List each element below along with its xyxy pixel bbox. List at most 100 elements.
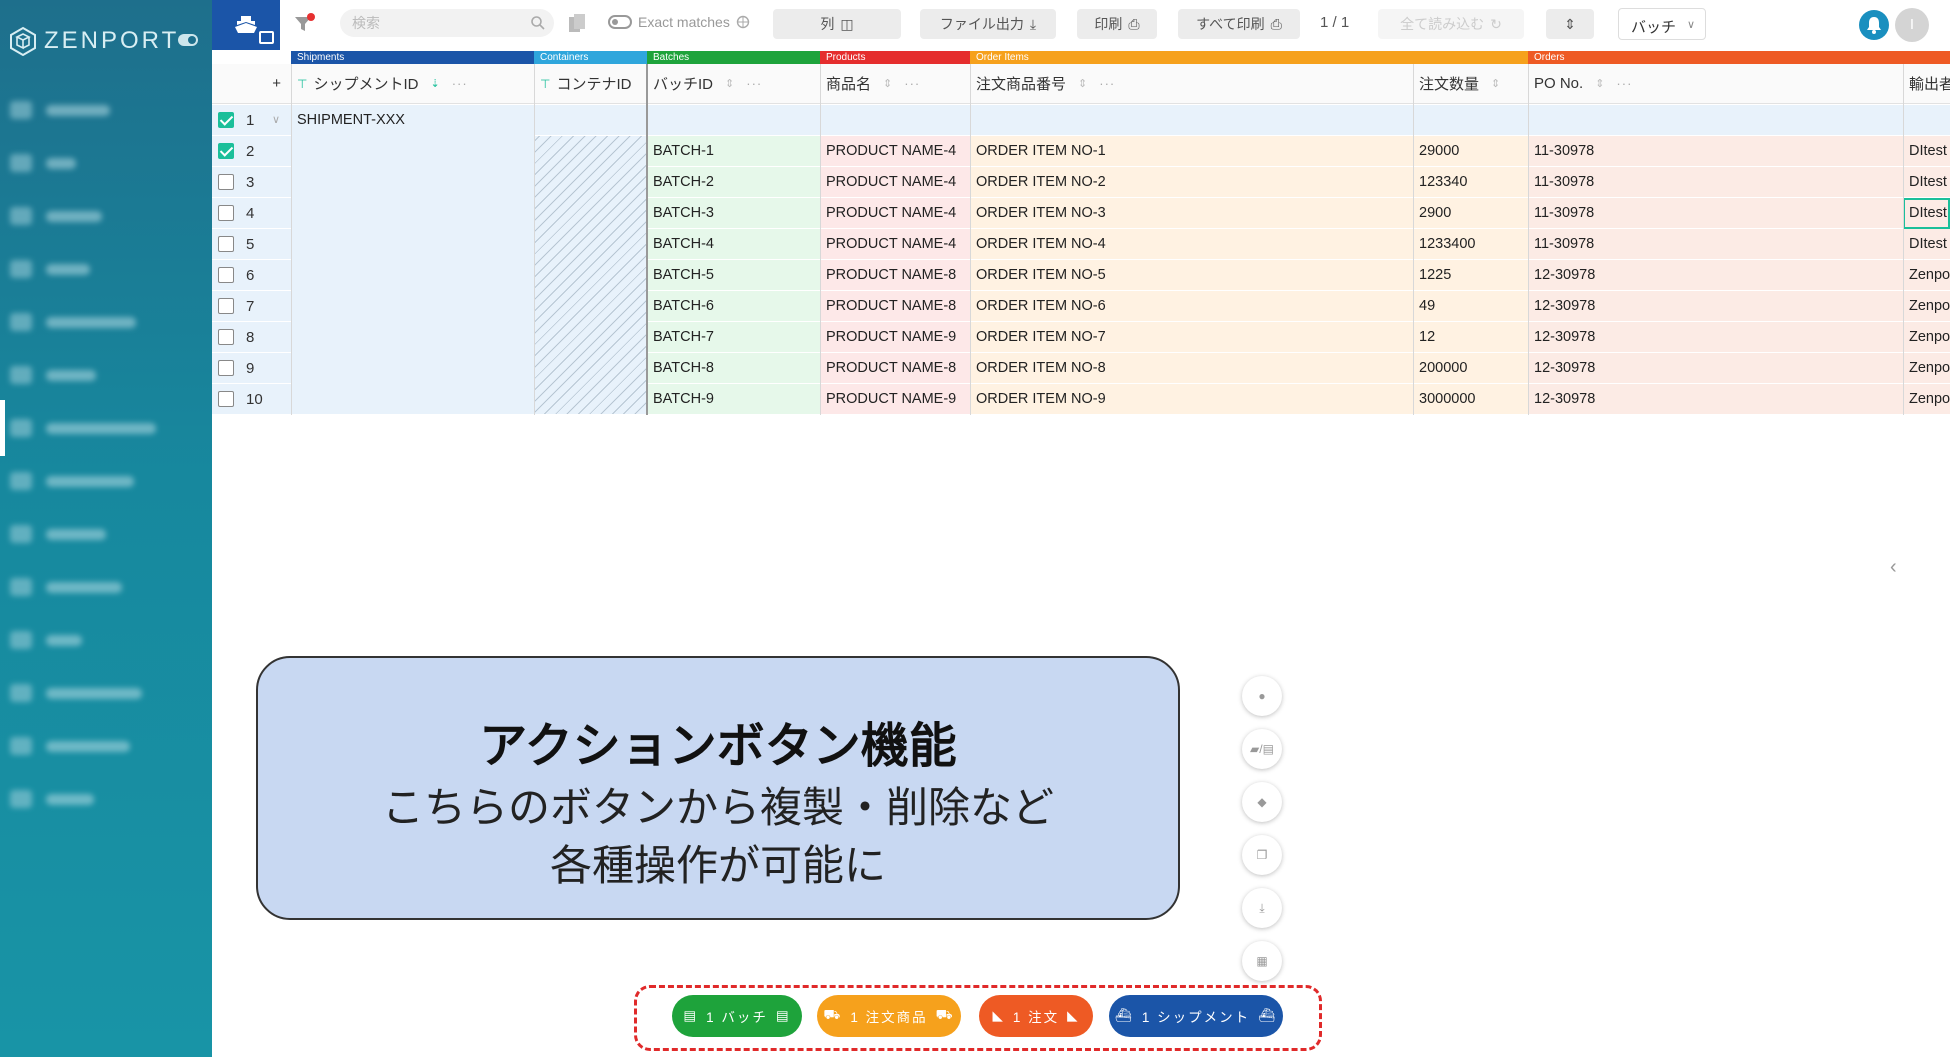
- more-icon[interactable]: ···: [452, 76, 468, 91]
- column-header-batch-id[interactable]: バッチID ⇕ ···: [647, 64, 820, 104]
- more-icon[interactable]: ···: [904, 76, 920, 91]
- cell-product-name[interactable]: [820, 105, 970, 136]
- sidebar-item[interactable]: [10, 627, 200, 653]
- search-input[interactable]: 検索: [340, 9, 554, 37]
- cell-exporter[interactable]: [1903, 105, 1950, 136]
- view-select[interactable]: バッチ ∨: [1618, 8, 1706, 40]
- sidebar-item-active[interactable]: [10, 415, 200, 441]
- cell-batch-id[interactable]: BATCH-6: [647, 291, 820, 322]
- row-checkbox[interactable]: [218, 298, 234, 314]
- cell-quantity[interactable]: 3000000: [1413, 384, 1528, 415]
- sort-icon[interactable]: ⇕: [883, 77, 892, 90]
- column-header-product-name[interactable]: 商品名 ⇕ ···: [820, 64, 970, 104]
- row-checkbox[interactable]: [218, 329, 234, 345]
- cell-quantity[interactable]: 12: [1413, 322, 1528, 353]
- column-header-order-item-no[interactable]: 注文商品番号 ⇕ ···: [970, 64, 1413, 104]
- cell-po-no[interactable]: 11-30978: [1528, 229, 1903, 260]
- sidebar-item[interactable]: [10, 733, 200, 759]
- cell-product-name[interactable]: PRODUCT NAME-8: [820, 353, 970, 384]
- avatar[interactable]: I: [1895, 8, 1929, 42]
- sidebar-item[interactable]: [10, 362, 200, 388]
- sort-icon[interactable]: ⇣: [430, 77, 439, 90]
- sort-icon[interactable]: ⇕: [1078, 77, 1087, 90]
- column-header-quantity[interactable]: 注文数量 ⇕: [1413, 64, 1528, 104]
- cell-product-name[interactable]: PRODUCT NAME-4: [820, 136, 970, 167]
- cell-po-no[interactable]: 12-30978: [1528, 322, 1903, 353]
- cell-order-item-no[interactable]: ORDER ITEM NO-7: [970, 322, 1413, 353]
- row-checkbox[interactable]: [218, 391, 234, 407]
- notification-button[interactable]: [1859, 10, 1889, 40]
- cell-po-no[interactable]: 12-30978: [1528, 353, 1903, 384]
- clone-button[interactable]: ❐: [1242, 835, 1282, 875]
- cell-shipment-id[interactable]: SHIPMENT-XXX: [291, 105, 534, 415]
- cell-product-name[interactable]: PRODUCT NAME-4: [820, 198, 970, 229]
- cell-exporter[interactable]: DItest: [1903, 136, 1950, 167]
- cell-order-item-no[interactable]: ORDER ITEM NO-5: [970, 260, 1413, 291]
- assign-user-button[interactable]: ●: [1242, 676, 1282, 716]
- cell-exporter[interactable]: Zenpo: [1903, 260, 1950, 291]
- cell-po-no[interactable]: 12-30978: [1528, 291, 1903, 322]
- cell-order-item-no[interactable]: ORDER ITEM NO-3: [970, 198, 1413, 229]
- cell-order-item-no[interactable]: [970, 105, 1413, 136]
- column-header-exporter[interactable]: 輸出者: [1903, 64, 1950, 104]
- sidebar-item[interactable]: [10, 786, 200, 812]
- cell-quantity[interactable]: 2900: [1413, 198, 1528, 229]
- cell-container-id[interactable]: [534, 105, 647, 136]
- columns-button[interactable]: 列 ◫: [773, 9, 901, 39]
- action-pill-batch[interactable]: ▤ 1 バッチ ▤: [672, 995, 802, 1037]
- cell-po-no[interactable]: 12-30978: [1528, 384, 1903, 415]
- action-pill-ship[interactable]: ⛴ 1 シップメント ⛴: [1109, 995, 1283, 1037]
- cell-exporter[interactable]: DItest: [1903, 167, 1950, 198]
- column-header-container-id[interactable]: ⊤ コンテナID: [534, 64, 647, 104]
- cell-quantity[interactable]: 49: [1413, 291, 1528, 322]
- sidebar-item[interactable]: [10, 309, 200, 335]
- action-pill-cart[interactable]: ⛟ 1 注文商品 ⛟: [817, 995, 961, 1037]
- cell-exporter[interactable]: DItest: [1903, 229, 1950, 260]
- cell-po-no[interactable]: 12-30978: [1528, 260, 1903, 291]
- cell-order-item-no[interactable]: ORDER ITEM NO-6: [970, 291, 1413, 322]
- cell-quantity[interactable]: [1413, 105, 1528, 136]
- sidebar-item[interactable]: [10, 97, 200, 123]
- move-folder-button[interactable]: ▰/▤: [1242, 729, 1282, 769]
- cell-batch-id[interactable]: BATCH-7: [647, 322, 820, 353]
- row-checkbox[interactable]: [218, 143, 234, 159]
- print-all-button[interactable]: すべて印刷 ⎙: [1178, 9, 1300, 39]
- row-checkbox[interactable]: [218, 267, 234, 283]
- sidebar-item[interactable]: [10, 680, 200, 706]
- more-icon[interactable]: ···: [1099, 76, 1115, 91]
- cell-exporter[interactable]: Zenpo: [1903, 353, 1950, 384]
- sidebar-item[interactable]: [10, 203, 200, 229]
- row-checkbox[interactable]: [218, 236, 234, 252]
- more-icon[interactable]: ···: [746, 76, 762, 91]
- row-height-button[interactable]: ⇕: [1546, 9, 1594, 39]
- cell-exporter[interactable]: Zenpo: [1903, 291, 1950, 322]
- cell-po-no[interactable]: 11-30978: [1528, 167, 1903, 198]
- row-checkbox[interactable]: [218, 112, 234, 128]
- cell-batch-id[interactable]: BATCH-9: [647, 384, 820, 415]
- row-checkbox[interactable]: [218, 360, 234, 376]
- cell-product-name[interactable]: PRODUCT NAME-8: [820, 291, 970, 322]
- more-icon[interactable]: ···: [1616, 76, 1632, 91]
- cell-product-name[interactable]: PRODUCT NAME-4: [820, 229, 970, 260]
- cell-batch-id[interactable]: BATCH-2: [647, 167, 820, 198]
- exact-matches-toggle[interactable]: Exact matches: [608, 14, 750, 30]
- tag-button[interactable]: ◆: [1242, 782, 1282, 822]
- cell-batch-id[interactable]: BATCH-1: [647, 136, 820, 167]
- cell-quantity[interactable]: 123340: [1413, 167, 1528, 198]
- sidebar-item[interactable]: [10, 256, 200, 282]
- ship-tab[interactable]: [212, 0, 280, 50]
- sort-icon[interactable]: ⇕: [1491, 77, 1500, 90]
- sidebar-item[interactable]: [10, 521, 200, 547]
- cell-exporter[interactable]: DItest: [1903, 198, 1950, 229]
- sidebar-item[interactable]: [10, 574, 200, 600]
- add-column-button[interactable]: +: [212, 64, 291, 104]
- copy-button[interactable]: [566, 12, 588, 36]
- cell-quantity[interactable]: 1225: [1413, 260, 1528, 291]
- row-checkbox[interactable]: [218, 205, 234, 221]
- cell-product-name[interactable]: PRODUCT NAME-9: [820, 384, 970, 415]
- column-header-shipment-id[interactable]: ⊤ シップメントID ⇣ ···: [291, 64, 534, 104]
- sidebar-toggle[interactable]: [178, 34, 198, 46]
- cell-order-item-no[interactable]: ORDER ITEM NO-2: [970, 167, 1413, 198]
- sort-icon[interactable]: ⇕: [1595, 77, 1604, 90]
- table-button[interactable]: ▦: [1242, 941, 1282, 981]
